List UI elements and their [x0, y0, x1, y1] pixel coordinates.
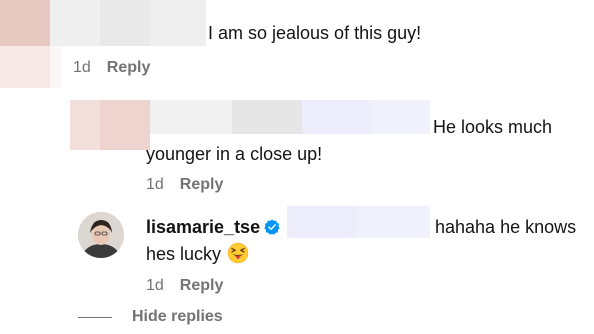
comment-meta: 1d Reply	[146, 277, 223, 295]
comment-text: I am so jealous of this guy!	[208, 23, 422, 43]
comment-time: 1d	[146, 176, 164, 193]
reply-button[interactable]: Reply	[107, 59, 151, 77]
comment-text-line1: He looks much	[433, 117, 553, 137]
hide-replies-label: Hide replies	[132, 308, 223, 325]
comment-text-line2: hes lucky	[146, 244, 222, 264]
comment-header: lisamarie_tse	[146, 215, 280, 239]
reply-button[interactable]: Reply	[180, 277, 224, 295]
user-avatar[interactable]	[78, 212, 124, 258]
comment-meta: 1d Reply	[146, 176, 223, 194]
comment-text-line2: younger in a close up!	[146, 144, 323, 164]
comment-time: 1d	[146, 277, 164, 294]
comment-text-line1: hahaha he knows	[435, 217, 577, 237]
hide-replies-button[interactable]: Hide replies	[78, 308, 223, 326]
comment-time: 1d	[73, 59, 91, 76]
username[interactable]: lisamarie_tse	[146, 217, 260, 237]
redacted-mention	[287, 206, 430, 238]
avatar-image	[78, 212, 124, 258]
squinting-face-with-tongue-icon	[227, 242, 249, 264]
comment-text-line2-row: hes lucky	[146, 242, 249, 266]
verified-badge-icon	[264, 219, 280, 235]
reply-button[interactable]: Reply	[180, 176, 224, 194]
comment-meta: 1d Reply	[73, 59, 150, 77]
comment-thread: I am so jealous of this guy! 1d Reply He…	[0, 0, 594, 334]
divider-line	[78, 316, 112, 318]
